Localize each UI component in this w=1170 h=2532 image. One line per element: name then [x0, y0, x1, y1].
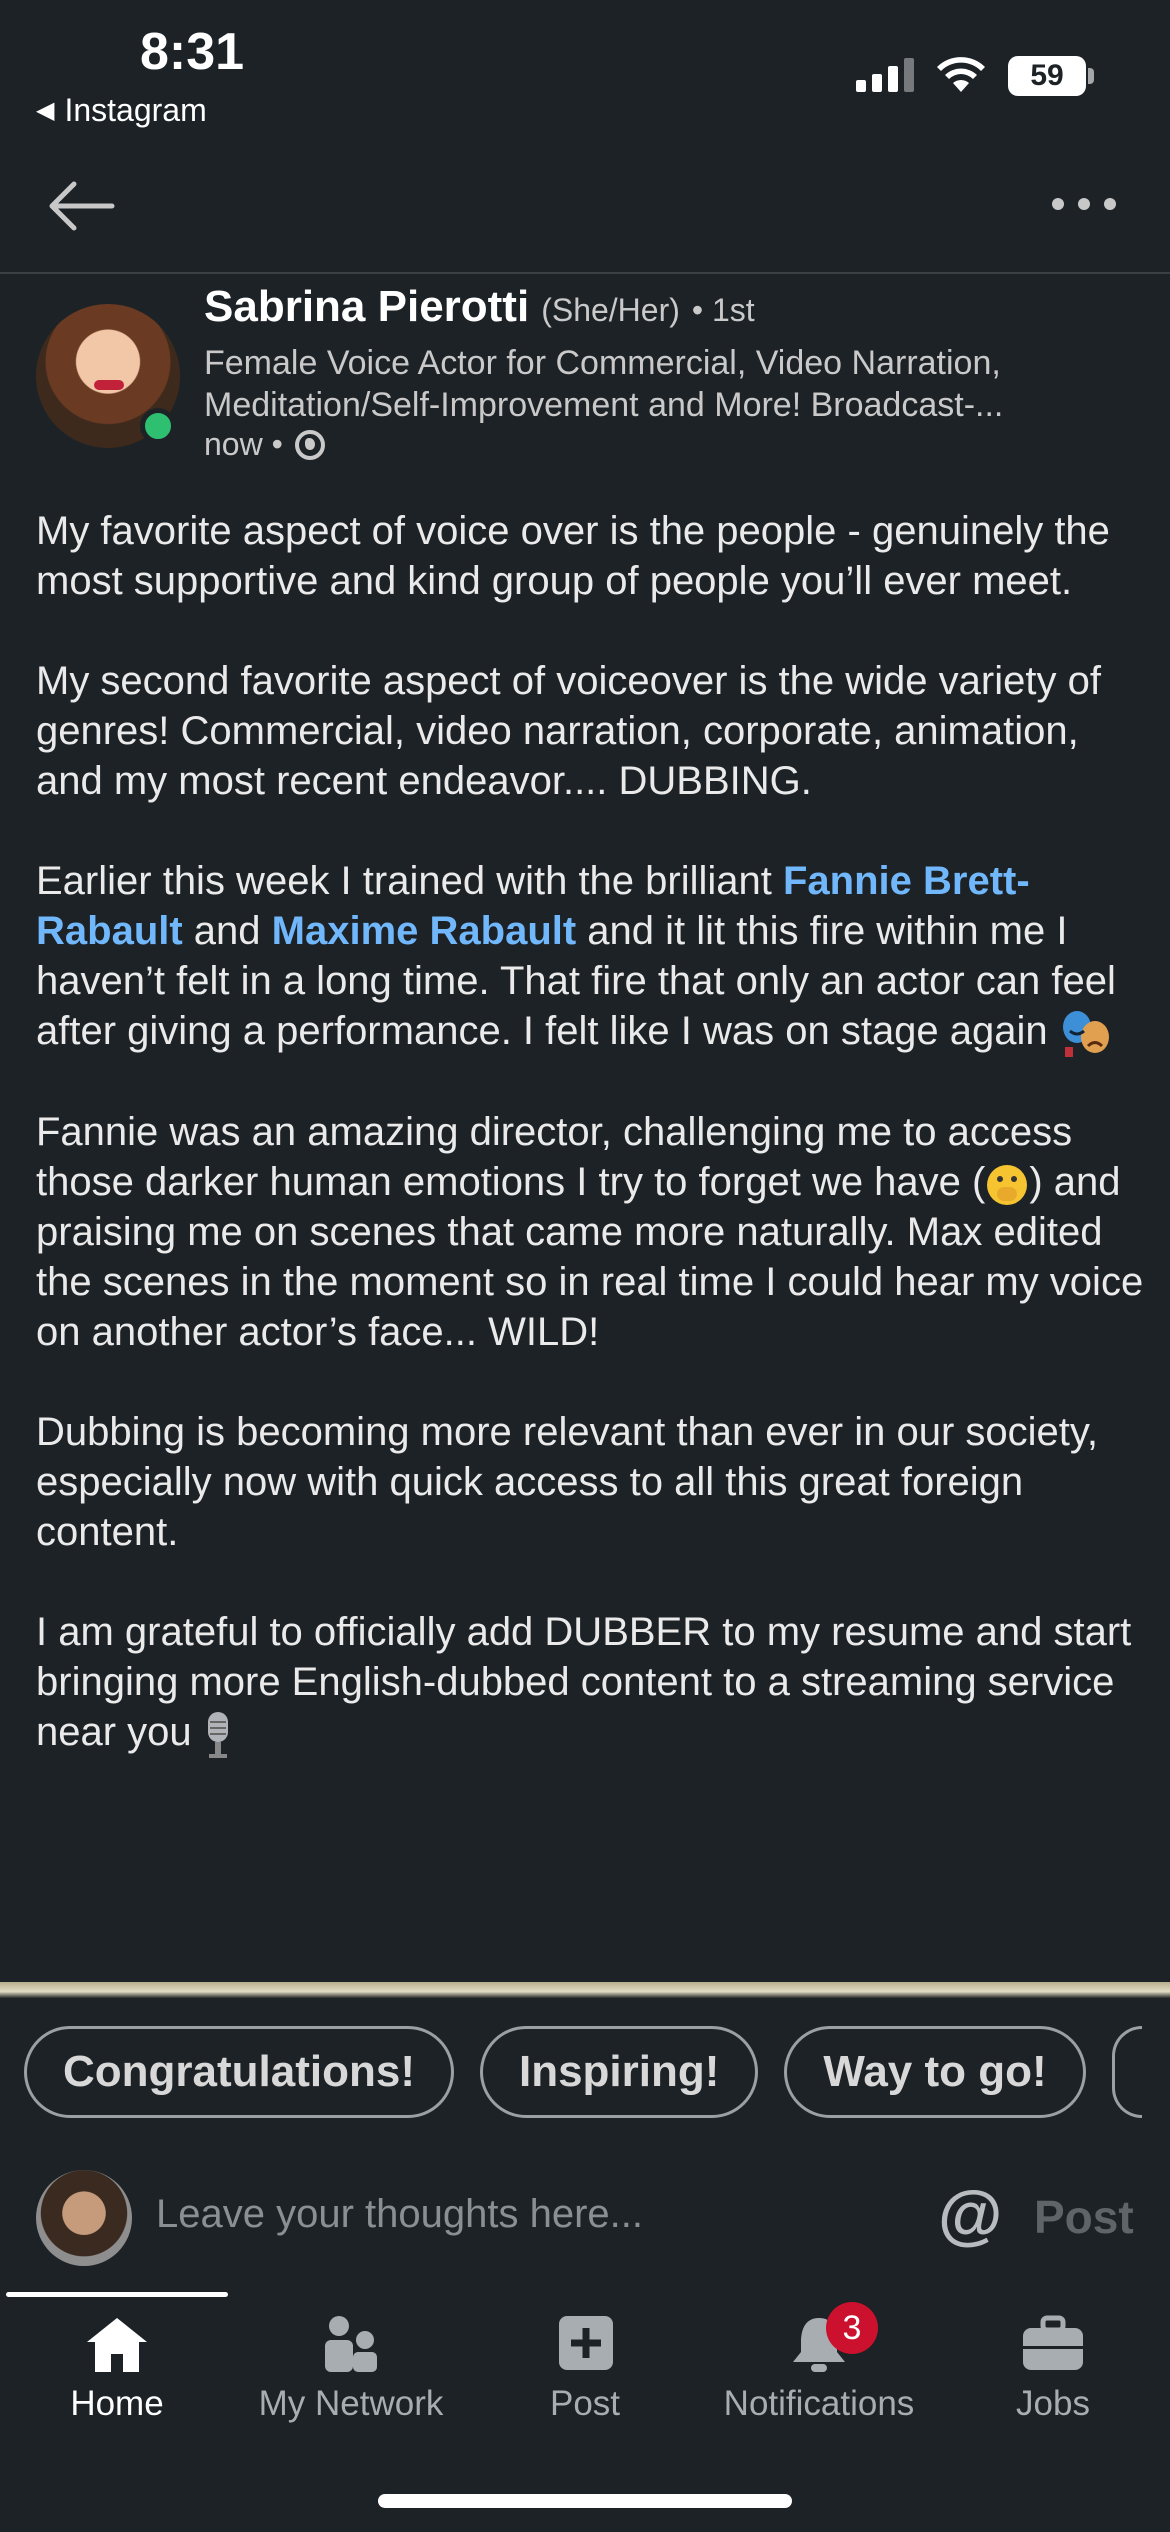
suggested-reply-chip[interactable]: Way to go! [784, 2026, 1086, 2118]
battery-icon: 59 [1008, 56, 1086, 96]
suggested-reply-chip[interactable]: Congratulations! [24, 2026, 454, 2118]
battery-tip [1088, 68, 1094, 84]
cellular-signal-icon [856, 58, 914, 92]
tab-notifications[interactable]: 3 Notifications [702, 2300, 936, 2430]
home-icon [87, 2318, 147, 2372]
active-tab-indicator [6, 2292, 228, 2297]
post-image-edge[interactable] [0, 1982, 1170, 1998]
tab-home[interactable]: Home [0, 2300, 234, 2430]
mention-at-icon[interactable]: @ [938, 2176, 1002, 2252]
post-paragraph: Dubbing is becoming more relevant than e… [36, 1410, 1099, 1555]
status-time: 8:31 [140, 23, 245, 81]
globe-icon [294, 429, 325, 460]
post-paragraph: Earlier this week I trained with the bri… [36, 856, 1146, 1058]
wifi-icon [937, 57, 985, 92]
post-paragraph: I am grateful to officially add DUBBER t… [36, 1607, 1146, 1759]
tab-label: My Network [258, 2384, 444, 2423]
tab-jobs[interactable]: Jobs [936, 2300, 1170, 2430]
bottom-tab-bar: Home My Network Post 3 Notifications Job… [0, 2300, 1170, 2430]
viewer-avatar [36, 2170, 132, 2266]
post-paragraph: My favorite aspect of voice over is the … [36, 509, 1110, 603]
back-to-app-button[interactable]: ◀ Instagram [36, 92, 207, 129]
tab-post[interactable]: Post [468, 2300, 702, 2430]
post-comment-button[interactable]: Post [1034, 2190, 1134, 2244]
tab-label: Jobs [1016, 2384, 1090, 2423]
post-paragraph: My second favorite aspect of voiceover i… [36, 659, 1101, 803]
tab-label: Post [549, 2384, 621, 2423]
notification-badge: 3 [826, 2302, 878, 2354]
comment-input[interactable]: Leave your thoughts here... [156, 2192, 643, 2237]
performing-arts-icon [1062, 1011, 1109, 1058]
back-app-label: Instagram [64, 92, 207, 128]
suggested-reply-chip-partial[interactable] [1111, 2026, 1142, 2118]
post-meta: now • [204, 426, 325, 463]
online-status-indicator [140, 408, 176, 444]
post-body: My favorite aspect of voice over is the … [36, 506, 1146, 1810]
connection-degree: • 1st [691, 292, 755, 328]
post-paragraph: Fannie was an amazing director, challeng… [36, 1110, 1144, 1355]
tab-label: Notifications [723, 2384, 915, 2423]
tab-my-network[interactable]: My Network [234, 2300, 468, 2430]
briefcase-icon [1023, 2315, 1083, 2370]
author-headline: Female Voice Actor for Commercial, Video… [204, 344, 1004, 424]
more-options-icon[interactable] [1052, 198, 1116, 210]
face-with-open-eyes-hand-icon [987, 1164, 1028, 1205]
suggested-replies: Congratulations! Inspiring! Way to go! [24, 2026, 1142, 2118]
network-icon [325, 2316, 377, 2372]
post-icon [559, 2316, 613, 2370]
back-triangle-icon: ◀ [36, 97, 55, 124]
mention-link[interactable]: Maxime Rabault [272, 909, 577, 953]
author-line: Sabrina Pierotti (She/Her) • 1st [204, 282, 755, 332]
tab-label: Home [70, 2384, 164, 2423]
home-indicator[interactable] [378, 2494, 792, 2508]
author-pronouns: (She/Her) [541, 292, 680, 328]
author-name[interactable]: Sabrina Pierotti [204, 282, 529, 332]
post-time: now • [204, 426, 283, 462]
suggested-reply-chip[interactable]: Inspiring! [479, 2026, 759, 2118]
back-arrow-icon[interactable] [44, 176, 116, 236]
header-divider [0, 272, 1170, 274]
microphone-icon [207, 1711, 228, 1758]
